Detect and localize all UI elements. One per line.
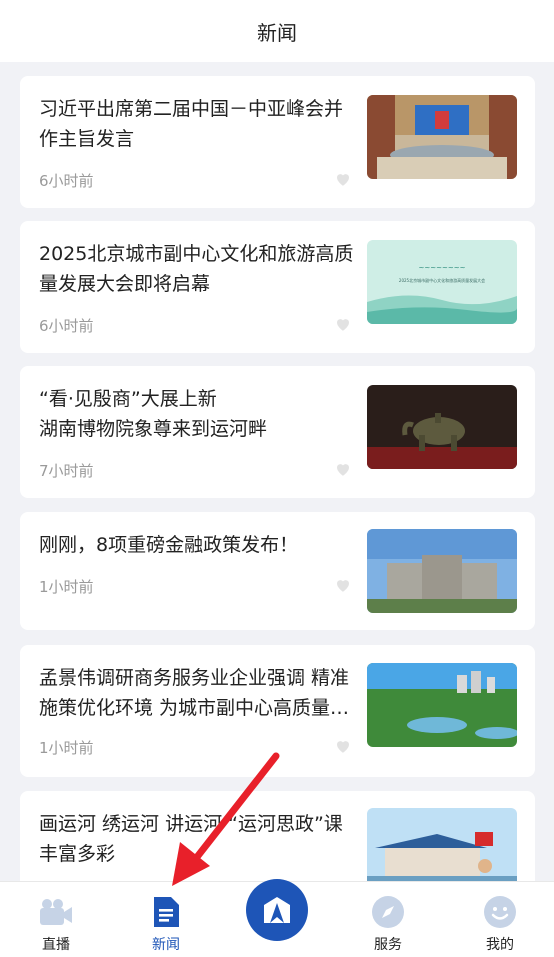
tab-news[interactable]: 新闻 xyxy=(121,882,211,957)
heart-icon[interactable] xyxy=(334,576,352,594)
news-thumbnail: ~~~~~~~~ 2025北京城市副中心文化和旅游高质量发展大会 xyxy=(367,240,517,324)
news-title: 孟景伟调研商务服务业企业强调 精准施策优化环境 为城市副中心高质量发展提供有力支… xyxy=(39,667,350,719)
news-time: 6小时前 xyxy=(39,317,94,335)
news-card[interactable]: “看·见殷商”大展上新 湖南博物院象尊来到运河畔 7小时前 xyxy=(20,366,535,498)
news-title: 刚刚，8项重磅金融政策发布！ xyxy=(39,534,299,556)
news-card[interactable]: 刚刚，8项重磅金融政策发布！ 1小时前 xyxy=(20,512,535,630)
tab-live[interactable]: 直播 xyxy=(11,882,101,957)
compass-icon xyxy=(370,894,406,930)
news-title: “看·见殷商”大展上新 湖南博物院象尊来到运河畔 xyxy=(39,388,268,440)
news-title: 习近平出席第二届中国－中亚峰会并作主旨发言 xyxy=(39,98,344,150)
tab-label: 直播 xyxy=(42,937,70,953)
video-camera-icon xyxy=(38,894,74,930)
tab-label: 服务 xyxy=(374,937,402,953)
page-title: 新闻 xyxy=(257,20,297,45)
header-bar: 新闻 xyxy=(0,0,554,62)
tab-mine[interactable]: 我的 xyxy=(455,882,545,957)
heart-icon[interactable] xyxy=(334,737,352,755)
heart-icon[interactable] xyxy=(334,460,352,478)
news-thumbnail xyxy=(367,385,517,469)
news-thumbnail xyxy=(367,663,517,747)
svg-text:~~~~~~~~: ~~~~~~~~ xyxy=(419,264,466,272)
home-logo-icon xyxy=(264,897,290,923)
news-card[interactable]: 2025北京城市副中心文化和旅游高质量发展大会即将启幕 6小时前 ~~~~~~~… xyxy=(20,221,535,353)
news-title: 2025北京城市副中心文化和旅游高质量发展大会即将启幕 xyxy=(39,243,354,295)
home-center-button[interactable] xyxy=(246,879,308,941)
news-card[interactable]: 习近平出席第二届中国－中亚峰会并作主旨发言 6小时前 xyxy=(20,76,535,208)
news-card[interactable]: 孟景伟调研商务服务业企业强调 精准施策优化环境 为城市副中心高质量发展提供有力支… xyxy=(20,645,535,777)
news-time: 7小时前 xyxy=(39,462,94,480)
heart-icon[interactable] xyxy=(334,315,352,333)
tab-label: 我的 xyxy=(486,937,514,953)
news-thumbnail xyxy=(367,529,517,613)
news-thumbnail xyxy=(367,95,517,179)
tab-label: 新闻 xyxy=(152,937,180,953)
news-time: 1小时前 xyxy=(39,578,94,596)
thumbnail-caption: 2025北京城市副中心文化和旅游高质量发展大会 xyxy=(399,277,485,283)
tab-service[interactable]: 服务 xyxy=(343,882,433,957)
smiley-icon xyxy=(482,894,518,930)
news-title: 画运河 绣运河 讲运河 “运河思政”课丰富多彩 xyxy=(39,813,343,865)
document-icon xyxy=(148,894,184,930)
heart-icon[interactable] xyxy=(334,170,352,188)
news-time: 1小时前 xyxy=(39,739,94,757)
news-time: 6小时前 xyxy=(39,172,94,190)
